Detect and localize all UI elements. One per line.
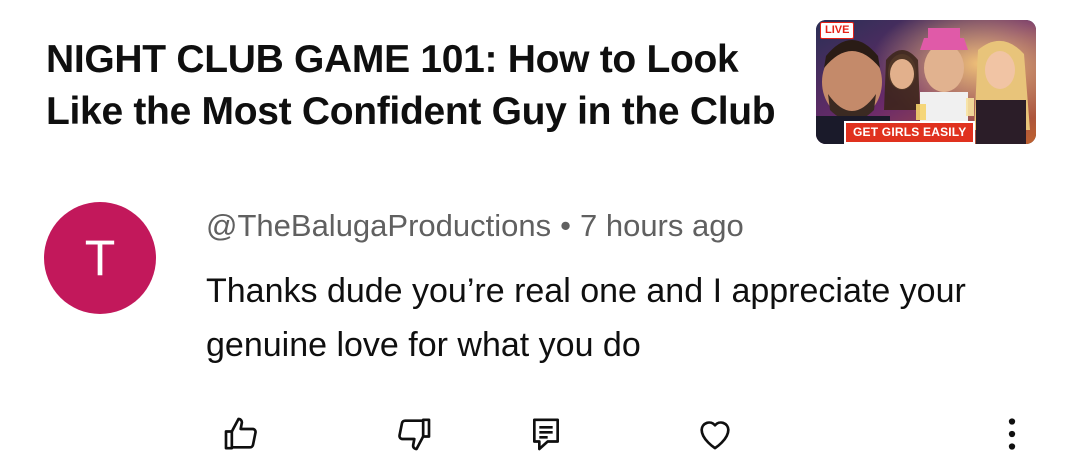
like-button[interactable]: [217, 410, 265, 458]
thumbs-up-icon: [224, 417, 257, 450]
comment-actions: [0, 406, 1080, 462]
heart-icon: [700, 421, 730, 450]
meta-separator: •: [560, 208, 571, 243]
reply-button[interactable]: [522, 410, 570, 458]
live-badge: LIVE: [820, 22, 855, 39]
more-vertical-icon: [1008, 418, 1016, 450]
video-title[interactable]: NIGHT CLUB GAME 101: How to Look Like th…: [46, 34, 806, 138]
heart-button[interactable]: [691, 410, 739, 458]
dislike-button[interactable]: [390, 410, 438, 458]
avatar[interactable]: T: [44, 202, 156, 314]
comment-author[interactable]: @TheBalugaProductions: [206, 208, 551, 243]
comment-text: Thanks dude you’re real one and I apprec…: [206, 272, 966, 364]
more-button[interactable]: [988, 410, 1036, 458]
comment: T @TheBalugaProductions • 7 hours ago Than…: [0, 190, 1080, 474]
comment-icon: [533, 418, 559, 451]
video-thumbnail[interactable]: LIVE GET GIRLS EASILY: [816, 20, 1036, 144]
thumbs-down-icon: [398, 418, 431, 451]
thumbnail-banner: GET GIRLS EASILY: [844, 121, 976, 144]
comment-timestamp: 7 hours ago: [579, 208, 744, 243]
comment-meta: @TheBalugaProductions • 7 hours ago: [206, 206, 744, 246]
video-header[interactable]: NIGHT CLUB GAME 101: How to Look Like th…: [0, 0, 1080, 160]
